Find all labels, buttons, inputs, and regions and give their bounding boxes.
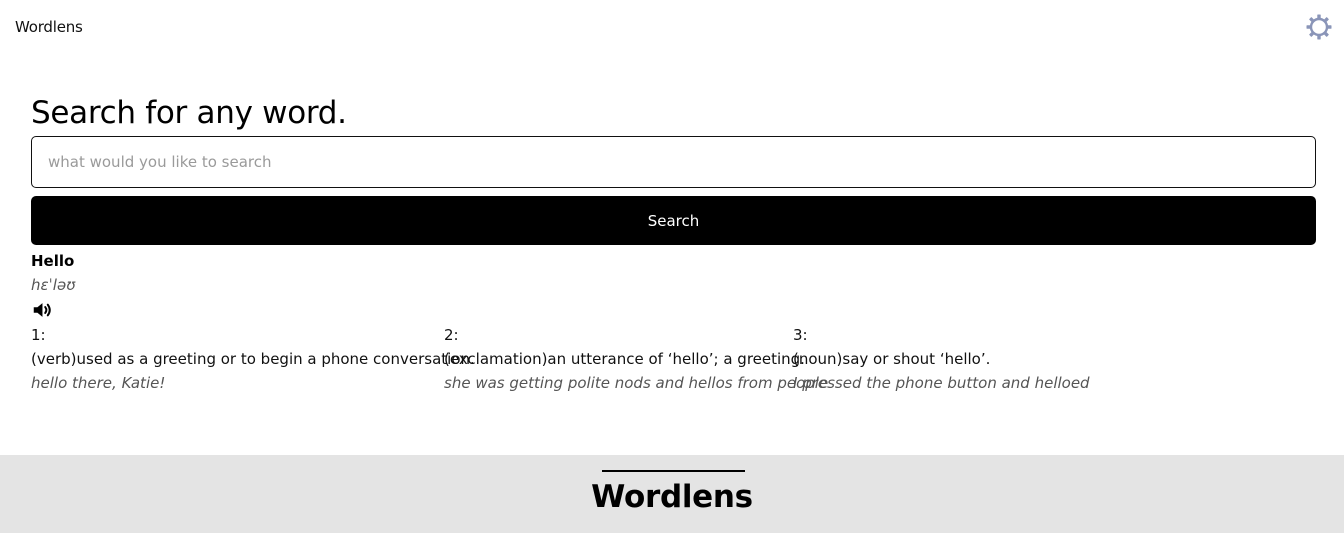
- meaning-example: she was getting polite nods and hellos f…: [444, 374, 829, 392]
- top-bar: Wordlens: [0, 0, 1344, 56]
- meaning-number: 2:: [444, 326, 459, 344]
- search-input[interactable]: [31, 136, 1316, 188]
- meanings-list: 1: (verb)used as a greeting or to begin …: [31, 323, 1316, 395]
- footer-title: Wordlens: [591, 479, 753, 515]
- meaning-example: I pressed the phone button and helloed: [793, 374, 1090, 392]
- settings-button[interactable]: [1305, 13, 1333, 41]
- meaning-item: 3: (noun)say or shout ‘hello’. I pressed…: [793, 323, 1090, 395]
- page-title: Search for any word.: [31, 95, 347, 131]
- speaker-icon[interactable]: [31, 299, 53, 321]
- search-button[interactable]: Search: [31, 196, 1316, 245]
- meaning-example: hello there, Katie!: [31, 374, 166, 392]
- result-word: Hello: [31, 252, 75, 270]
- main-content: Search for any word. Search Hello hɛˈləʊ…: [31, 92, 1316, 395]
- app-root: Wordlens Search for any word. what would…: [0, 0, 1344, 533]
- meaning-item: 1: (verb)used as a greeting or to begin …: [31, 323, 475, 395]
- footer-divider: [602, 470, 745, 472]
- result-phonetic: hɛˈləʊ: [31, 276, 76, 294]
- meaning-item: 2: (exclamation)an utterance of ‘hello’;…: [444, 323, 828, 395]
- meaning-number: 3:: [793, 326, 808, 344]
- gear-icon: [1306, 14, 1332, 40]
- meaning-definition: (exclamation)an utterance of ‘hello’; a …: [444, 350, 805, 368]
- meaning-number: 1:: [31, 326, 46, 344]
- meaning-definition: (verb)used as a greeting or to begin a p…: [31, 350, 475, 368]
- brand-name[interactable]: Wordlens: [15, 17, 83, 37]
- footer: Wordlens: [0, 455, 1344, 533]
- meaning-definition: (noun)say or shout ‘hello’.: [793, 350, 991, 368]
- result-panel: Hello hɛˈləʊ 1: (verb)used as a greeting…: [31, 249, 1316, 395]
